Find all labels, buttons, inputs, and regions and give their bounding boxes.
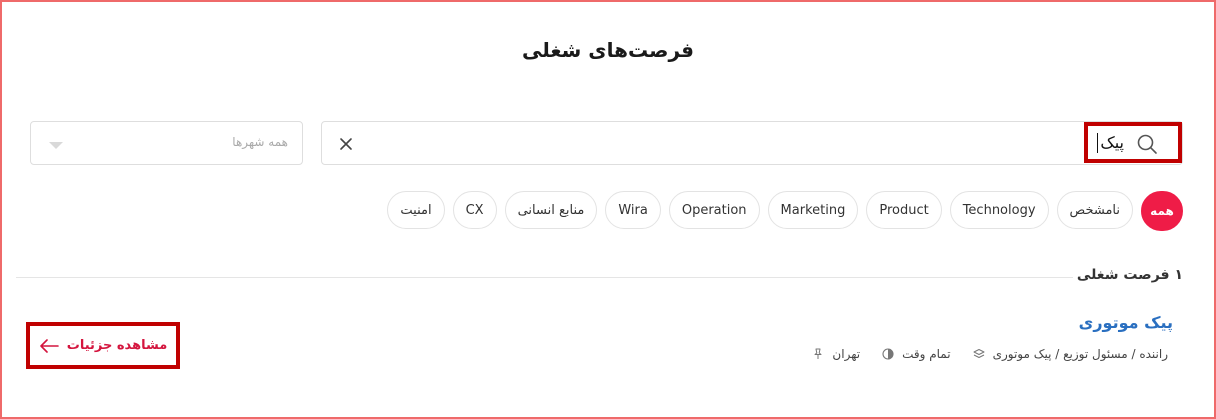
category-chip-technology[interactable]: Technology xyxy=(949,191,1049,229)
category-filters: همه نامشخص Technology Product Marketing … xyxy=(387,191,1183,231)
pin-icon xyxy=(812,348,824,360)
job-location-text: تهران xyxy=(832,347,861,361)
job-category: راننده / مسئول توزیع / پیک موتوری xyxy=(973,347,1168,361)
job-meta: تهران تمام وقت راننده / مسئول توزیع / پی… xyxy=(798,347,1168,361)
chevron-down-icon xyxy=(49,142,63,149)
clock-half-icon xyxy=(882,348,894,360)
view-details-label: مشاهده جزئیات xyxy=(66,338,168,353)
close-icon[interactable] xyxy=(336,134,356,154)
category-chip-hr[interactable]: منابع انسانی xyxy=(504,191,598,229)
city-select-placeholder: همه شهرها xyxy=(232,135,288,149)
category-chip-marketing[interactable]: Marketing xyxy=(767,191,859,229)
layers-icon xyxy=(973,348,985,360)
results-divider xyxy=(16,277,1073,278)
results-count: ۱ فرصت شغلی xyxy=(1076,267,1183,283)
category-chip-unspecified[interactable]: نامشخص xyxy=(1056,191,1133,229)
view-details-button[interactable]: مشاهده جزئیات xyxy=(26,322,180,369)
job-type: تمام وقت xyxy=(882,347,951,361)
category-chip-security[interactable]: امنیت xyxy=(387,191,445,229)
page-title: فرصت‌های شغلی xyxy=(521,38,695,62)
category-chip-all[interactable]: همه xyxy=(1141,191,1183,231)
job-location: تهران xyxy=(812,347,860,361)
city-select[interactable]: همه شهرها xyxy=(30,121,303,165)
job-title-link[interactable]: پیک موتوری xyxy=(1079,313,1173,332)
search-highlight-box xyxy=(1084,122,1182,163)
category-chip-cx[interactable]: CX xyxy=(452,191,497,229)
job-category-text: راننده / مسئول توزیع / پیک موتوری xyxy=(992,347,1168,361)
search-input[interactable]: پیک xyxy=(321,121,1183,165)
arrow-left-icon xyxy=(39,338,59,353)
job-type-text: تمام وقت xyxy=(902,347,951,361)
category-chip-operation[interactable]: Operation xyxy=(668,191,760,229)
category-chip-wira[interactable]: Wira xyxy=(605,191,661,229)
category-chip-product[interactable]: Product xyxy=(866,191,942,229)
